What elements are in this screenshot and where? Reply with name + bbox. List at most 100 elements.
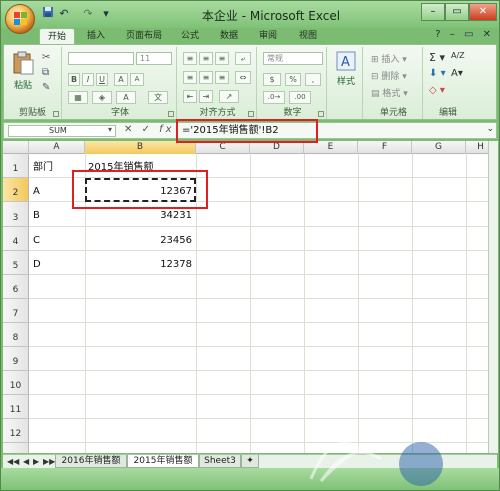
copy-icon[interactable]: ⧉ xyxy=(42,67,49,78)
cell-b4[interactable]: 23456 xyxy=(87,234,192,248)
redo-icon[interactable]: ↷ xyxy=(82,6,94,22)
insert-sheet-icon[interactable]: ✦ xyxy=(241,455,259,468)
increase-decimal-icon[interactable]: .0→ xyxy=(263,91,285,104)
merge-center-icon[interactable]: ⇔ xyxy=(235,71,251,84)
row-header-4[interactable]: 4 xyxy=(3,227,29,251)
align-center-icon[interactable]: ≡ xyxy=(199,71,213,84)
styles-button[interactable]: A 样式 xyxy=(332,51,360,87)
office-button[interactable] xyxy=(5,4,35,34)
row-header-10[interactable]: 10 xyxy=(3,371,29,395)
name-box-dropdown-icon[interactable]: ▾ xyxy=(108,125,112,134)
font-launcher-icon[interactable] xyxy=(168,111,174,117)
phonetic-icon[interactable]: 文 xyxy=(148,91,168,104)
prev-sheet-icon[interactable]: ◀ xyxy=(23,457,29,466)
sheet-tab-sheet3[interactable]: Sheet3 xyxy=(199,455,241,468)
cell-b5[interactable]: 12378 xyxy=(87,258,192,272)
tab-home[interactable]: 开始 xyxy=(39,28,75,44)
cancel-icon[interactable]: ✕ xyxy=(124,124,135,135)
fill-color-icon[interactable]: ◈ xyxy=(92,91,112,104)
row-header-13[interactable]: 13 xyxy=(3,443,29,453)
tab-insert[interactable]: 插入 xyxy=(81,28,111,44)
align-top-icon[interactable]: ≡ xyxy=(183,52,197,65)
next-sheet-icon[interactable]: ▶ xyxy=(33,457,39,466)
align-bottom-icon[interactable]: ≡ xyxy=(215,52,229,65)
name-box[interactable]: SUM xyxy=(8,125,116,137)
cell-b3[interactable]: 34231 xyxy=(87,209,192,223)
row-header-8[interactable]: 8 xyxy=(3,323,29,347)
tab-review[interactable]: 审阅 xyxy=(253,28,283,44)
font-color-icon[interactable]: A xyxy=(116,91,136,104)
column-header-f[interactable]: F xyxy=(358,141,412,154)
minimize-button[interactable]: – xyxy=(421,3,445,21)
number-launcher-icon[interactable] xyxy=(318,111,324,117)
cell-a1[interactable]: 部门 xyxy=(33,161,53,175)
column-header-a[interactable]: A xyxy=(29,141,85,154)
ribbon-restore-icon[interactable]: ▭ xyxy=(464,29,473,40)
row-header-3[interactable]: 3 xyxy=(3,202,29,227)
expand-formula-icon[interactable]: ⌄ xyxy=(486,124,494,134)
ribbon-minimize-icon[interactable]: – xyxy=(450,29,455,40)
close-button[interactable]: ✕ xyxy=(469,3,497,21)
sheet-tab-2015[interactable]: 2015年销售额 xyxy=(127,455,199,468)
percent-button[interactable]: % xyxy=(285,73,301,86)
cut-icon[interactable]: ✂ xyxy=(42,52,50,63)
autosum-button[interactable]: Σ ▾ xyxy=(429,51,445,64)
row-header-1[interactable]: 1 xyxy=(3,154,29,178)
borders-icon[interactable]: ▦ xyxy=(68,91,88,104)
enter-icon[interactable]: ✓ xyxy=(142,124,153,135)
currency-button[interactable]: $ xyxy=(263,73,281,86)
help-icon[interactable]: ? xyxy=(435,29,440,40)
find-select-button[interactable]: A▾ xyxy=(451,68,463,79)
undo-icon[interactable]: ↶ xyxy=(58,6,70,22)
row-header-2[interactable]: 2 xyxy=(3,178,29,202)
cell-a4[interactable]: C xyxy=(33,234,40,248)
row-header-11[interactable]: 11 xyxy=(3,395,29,419)
paste-button[interactable]: 粘贴 xyxy=(10,51,36,91)
fill-button[interactable]: ⬇ ▾ xyxy=(429,68,446,79)
qat-customize-icon[interactable]: ▾ xyxy=(101,6,111,22)
wrap-text-icon[interactable]: ⤶ xyxy=(235,52,251,65)
font-shrink-button[interactable]: A xyxy=(130,73,144,86)
row-header-9[interactable]: 9 xyxy=(3,347,29,371)
tab-formulas[interactable]: 公式 xyxy=(175,28,205,44)
align-middle-icon[interactable]: ≡ xyxy=(199,52,213,65)
align-right-icon[interactable]: ≡ xyxy=(215,71,229,84)
save-icon[interactable] xyxy=(41,6,55,22)
font-grow-button[interactable]: A xyxy=(114,73,128,86)
delete-cells-button[interactable]: ⊟ 删除 ▾ xyxy=(371,69,407,82)
cell-a3[interactable]: B xyxy=(33,209,40,223)
vertical-scrollbar[interactable] xyxy=(488,141,498,453)
column-header-g[interactable]: G xyxy=(412,141,466,154)
decrease-indent-icon[interactable]: ⇤ xyxy=(183,90,197,103)
row-header-7[interactable]: 7 xyxy=(3,299,29,323)
tab-data[interactable]: 数据 xyxy=(214,28,244,44)
clipboard-launcher-icon[interactable] xyxy=(53,111,59,117)
insert-function-icon[interactable]: fx xyxy=(159,124,174,135)
number-format-combo[interactable]: 常规 xyxy=(263,52,323,65)
format-painter-icon[interactable]: ✎ xyxy=(42,82,50,93)
row-header-12[interactable]: 12 xyxy=(3,419,29,443)
last-sheet-icon[interactable]: ▶▶ xyxy=(43,457,55,466)
comma-button[interactable]: , xyxy=(305,73,321,86)
font-name-combo[interactable] xyxy=(68,52,134,65)
clear-button[interactable]: ◇ ▾ xyxy=(429,85,445,96)
alignment-launcher-icon[interactable] xyxy=(248,111,254,117)
format-cells-button[interactable]: ▤ 格式 ▾ xyxy=(371,86,408,99)
cell-a2[interactable]: A xyxy=(33,185,40,199)
tab-view[interactable]: 视图 xyxy=(293,28,323,44)
maximize-button[interactable]: ▭ xyxy=(445,3,469,21)
increase-indent-icon[interactable]: ⇥ xyxy=(199,90,213,103)
decrease-decimal-icon[interactable]: .00 xyxy=(289,91,311,104)
insert-cells-button[interactable]: ⊞ 插入 ▾ xyxy=(371,52,407,65)
tab-page-layout[interactable]: 页面布局 xyxy=(119,28,169,44)
italic-button[interactable]: I xyxy=(82,73,94,86)
ribbon-close-icon[interactable]: ✕ xyxy=(483,29,491,40)
row-header-5[interactable]: 5 xyxy=(3,251,29,275)
font-size-combo[interactable]: 11 xyxy=(136,52,172,65)
sheet-tab-2016[interactable]: 2016年销售额 xyxy=(55,455,127,468)
underline-button[interactable]: U xyxy=(96,73,108,86)
select-all-corner[interactable] xyxy=(3,141,29,154)
first-sheet-icon[interactable]: ◀◀ xyxy=(7,457,19,466)
cell-a5[interactable]: D xyxy=(33,258,41,272)
align-left-icon[interactable]: ≡ xyxy=(183,71,197,84)
